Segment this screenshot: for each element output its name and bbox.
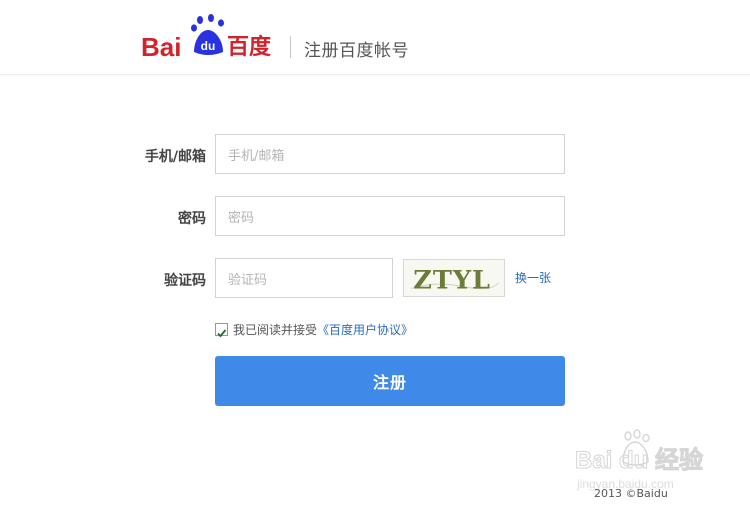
agree-prefix: 我已阅读并接受 — [233, 323, 318, 337]
captcha-text: ZTYL — [413, 265, 491, 295]
svg-text:百度: 百度 — [227, 34, 272, 60]
captcha-input[interactable]: 验证码 — [215, 258, 393, 298]
checkmark-icon — [217, 329, 227, 338]
password-label: 密码 — [178, 211, 206, 227]
baidu-jingyan-watermark: Bai du 经验 jingyan.baidu.com — [575, 429, 704, 491]
captcha-image[interactable]: ZTYL — [403, 259, 505, 297]
page-title: 注册百度帐号 — [304, 41, 409, 61]
baidu-logo[interactable]: Bai du 百度 — [141, 14, 277, 60]
watermark-text: Bai du 经验 — [575, 446, 703, 474]
user-agreement-link[interactable]: 《百度用户协议》 — [317, 323, 413, 337]
agree-text: 我已阅读并接受《百度用户协议》 — [233, 321, 413, 338]
refresh-captcha-link[interactable]: 换一张 — [515, 269, 551, 286]
phone-email-label: 手机/邮箱 — [144, 149, 206, 165]
svg-text:Bai: Bai — [141, 32, 181, 60]
phone-email-input[interactable]: 手机/邮箱 — [215, 134, 565, 174]
header-divider — [290, 36, 291, 58]
password-input[interactable]: 密码 — [215, 196, 565, 236]
copyright: 2013 ©Baidu — [594, 487, 668, 500]
captcha-label: 验证码 — [164, 273, 206, 289]
header-bar: Bai du 百度 注册百度帐号 — [0, 0, 750, 75]
register-button[interactable]: 注册 — [215, 356, 565, 406]
agree-checkbox[interactable] — [215, 323, 228, 338]
svg-text:du: du — [201, 39, 216, 53]
